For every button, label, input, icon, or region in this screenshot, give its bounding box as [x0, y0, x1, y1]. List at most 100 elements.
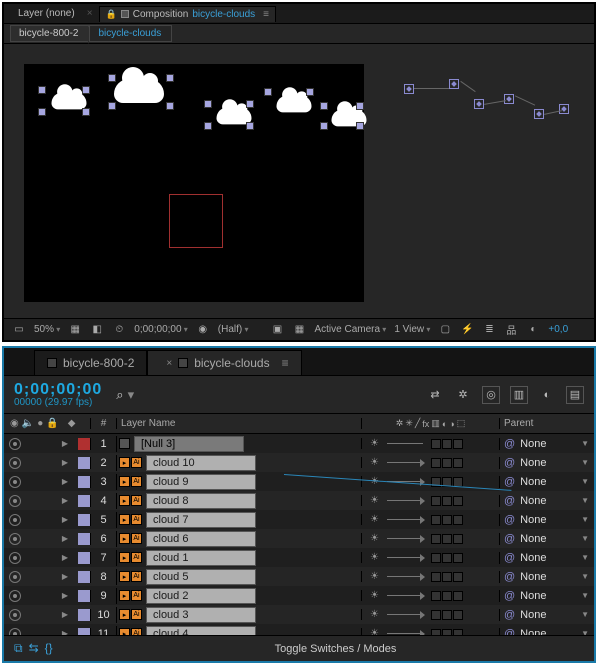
pickwhip-icon[interactable]: @ — [504, 438, 515, 450]
selection-handle[interactable] — [38, 108, 46, 116]
comp-flowchart-icon[interactable]: ✲ — [454, 386, 472, 404]
layer-row[interactable]: ▶ 5 ▸Ai cloud 7 ☀ @ None ▼ — [4, 510, 594, 529]
parent-caret-icon[interactable]: ▼ — [581, 591, 589, 600]
layer-row[interactable]: ▶ 8 ▸Ai cloud 5 ☀ @ None ▼ — [4, 567, 594, 586]
cloud-shape[interactable] — [324, 106, 374, 130]
quality-icon[interactable]: ╱ — [415, 418, 420, 429]
selection-handle[interactable] — [246, 100, 254, 108]
parent-caret-icon[interactable]: ▼ — [581, 553, 589, 562]
resolution-dropdown[interactable]: (Half) — [218, 324, 249, 335]
selection-handle[interactable] — [82, 108, 90, 116]
timecode-icon[interactable]: ⏲ — [112, 323, 126, 337]
keyframe-node[interactable] — [534, 109, 544, 119]
twirl-icon[interactable]: ▶ — [62, 496, 68, 505]
label-color[interactable] — [78, 609, 90, 621]
layer-row[interactable]: ▶ 10 ▸Ai cloud 3 ☀ @ None ▼ — [4, 605, 594, 624]
crumb-current[interactable]: bicycle-clouds — [89, 25, 172, 42]
parent-caret-icon[interactable]: ▼ — [581, 496, 589, 505]
solo-col-icon[interactable]: ● — [37, 418, 43, 429]
parent-value[interactable]: None — [520, 438, 546, 450]
motionblur-icon[interactable]: ◐ — [442, 419, 447, 429]
label-color[interactable] — [78, 628, 90, 636]
selection-handle[interactable] — [204, 122, 212, 130]
tab-menu-icon[interactable]: ≡ — [282, 356, 289, 370]
parent-value[interactable]: None — [520, 533, 546, 545]
pickwhip-icon[interactable]: @ — [504, 590, 515, 602]
selection-handle[interactable] — [320, 102, 328, 110]
selection-handle[interactable] — [38, 86, 46, 94]
zoom-dropdown[interactable]: 50% — [34, 324, 60, 335]
graph-editor-icon[interactable]: ⇄ — [426, 386, 444, 404]
quality-switch[interactable] — [387, 595, 423, 596]
quality-switch[interactable] — [387, 557, 423, 558]
switch-cells[interactable] — [431, 610, 463, 620]
frame-blend-icon[interactable]: ▥ — [510, 386, 528, 404]
adjustment-icon[interactable]: ◑ — [449, 419, 454, 429]
parent-caret-icon[interactable]: ▼ — [581, 534, 589, 543]
parent-value[interactable]: None — [520, 628, 546, 636]
parent-caret-icon[interactable]: ▼ — [581, 572, 589, 581]
comp-tab-menu-icon[interactable]: ≡ — [263, 9, 269, 20]
twirl-icon[interactable]: ▶ — [62, 591, 68, 600]
parent-caret-icon[interactable]: ▼ — [581, 515, 589, 524]
collapse-switch[interactable]: ☀ — [370, 628, 379, 635]
viewer-area[interactable] — [4, 44, 594, 318]
visibility-toggle[interactable] — [9, 438, 21, 450]
switch-cells[interactable] — [431, 553, 463, 563]
switch-cells[interactable] — [431, 572, 463, 582]
selection-handle[interactable] — [166, 74, 174, 82]
keyframe-node[interactable] — [404, 84, 414, 94]
toggle-switches-modes[interactable]: Toggle Switches / Modes — [275, 643, 397, 655]
label-color[interactable] — [78, 495, 90, 507]
twirl-icon[interactable]: ▶ — [62, 515, 68, 524]
layer-name-chip[interactable]: cloud 2 — [146, 588, 256, 604]
twirl-icon[interactable]: ▶ — [62, 553, 68, 562]
layer-row[interactable]: ▶ 6 ▸Ai cloud 6 ☀ @ None ▼ — [4, 529, 594, 548]
pickwhip-icon[interactable]: @ — [504, 533, 515, 545]
pickwhip-icon[interactable]: @ — [504, 495, 515, 507]
selection-handle[interactable] — [108, 74, 116, 82]
switch-cells[interactable] — [431, 458, 463, 468]
audio-col-icon[interactable]: 🔈 — [22, 418, 34, 429]
layer-name-chip[interactable]: cloud 5 — [146, 569, 256, 585]
timeline-tab-active[interactable]: × bicycle-clouds ≡ — [147, 350, 301, 375]
layer-tab[interactable]: Layer (none) — [12, 6, 81, 21]
lock-col-icon[interactable]: 🔒 — [46, 418, 58, 429]
pickwhip-icon[interactable]: @ — [504, 457, 515, 469]
flowchart-icon[interactable]: 品 — [504, 323, 518, 337]
parent-value[interactable]: None — [520, 476, 546, 488]
collapse-icon[interactable]: ✳ — [405, 418, 413, 429]
switch-cells[interactable] — [431, 496, 463, 506]
resolution-grid-icon[interactable]: ▦ — [68, 323, 82, 337]
quality-switch[interactable] — [387, 462, 423, 463]
switch-cells[interactable] — [431, 534, 463, 544]
frameblend-icon[interactable]: ▥ — [431, 418, 440, 429]
timecode-field[interactable]: 0;00;00;00 — [134, 324, 188, 335]
timeline-search[interactable]: ⌕▾ — [116, 387, 134, 403]
collapse-switch[interactable]: ☀ — [370, 438, 379, 449]
label-color[interactable] — [78, 590, 90, 602]
toggle-pane-icon[interactable]: ⧉ — [14, 641, 23, 656]
parent-value[interactable]: None — [520, 590, 546, 602]
fx-icon[interactable]: fx — [422, 419, 429, 429]
visibility-toggle[interactable] — [9, 533, 21, 545]
layer-name-chip[interactable]: [Null 3] — [134, 436, 244, 452]
snapshot-icon[interactable]: ◉ — [196, 323, 210, 337]
parent-value[interactable]: None — [520, 495, 546, 507]
selection-handle[interactable] — [264, 88, 272, 96]
label-color[interactable] — [78, 514, 90, 526]
layer-row[interactable]: ▶ 11 ▸Ai cloud 4 ☀ @ None ▼ — [4, 624, 594, 635]
visibility-toggle[interactable] — [9, 609, 21, 621]
toggle-switches-icon[interactable]: ⇆ — [29, 641, 39, 656]
selection-handle[interactable] — [356, 102, 364, 110]
collapse-switch[interactable]: ☀ — [370, 495, 379, 506]
layer-row[interactable]: ▶ 9 ▸Ai cloud 2 ☀ @ None ▼ — [4, 586, 594, 605]
switch-cells[interactable] — [431, 439, 463, 449]
layer-name-chip[interactable]: cloud 10 — [146, 455, 256, 471]
pixel-aspect-icon[interactable]: ▢ — [438, 323, 452, 337]
visibility-toggle[interactable] — [9, 476, 21, 488]
visibility-toggle[interactable] — [9, 457, 21, 469]
timeline-tab[interactable]: bicycle-800-2 — [34, 350, 147, 375]
collapse-switch[interactable]: ☀ — [370, 476, 379, 487]
reset-exposure-icon[interactable]: ◐ — [526, 323, 540, 337]
